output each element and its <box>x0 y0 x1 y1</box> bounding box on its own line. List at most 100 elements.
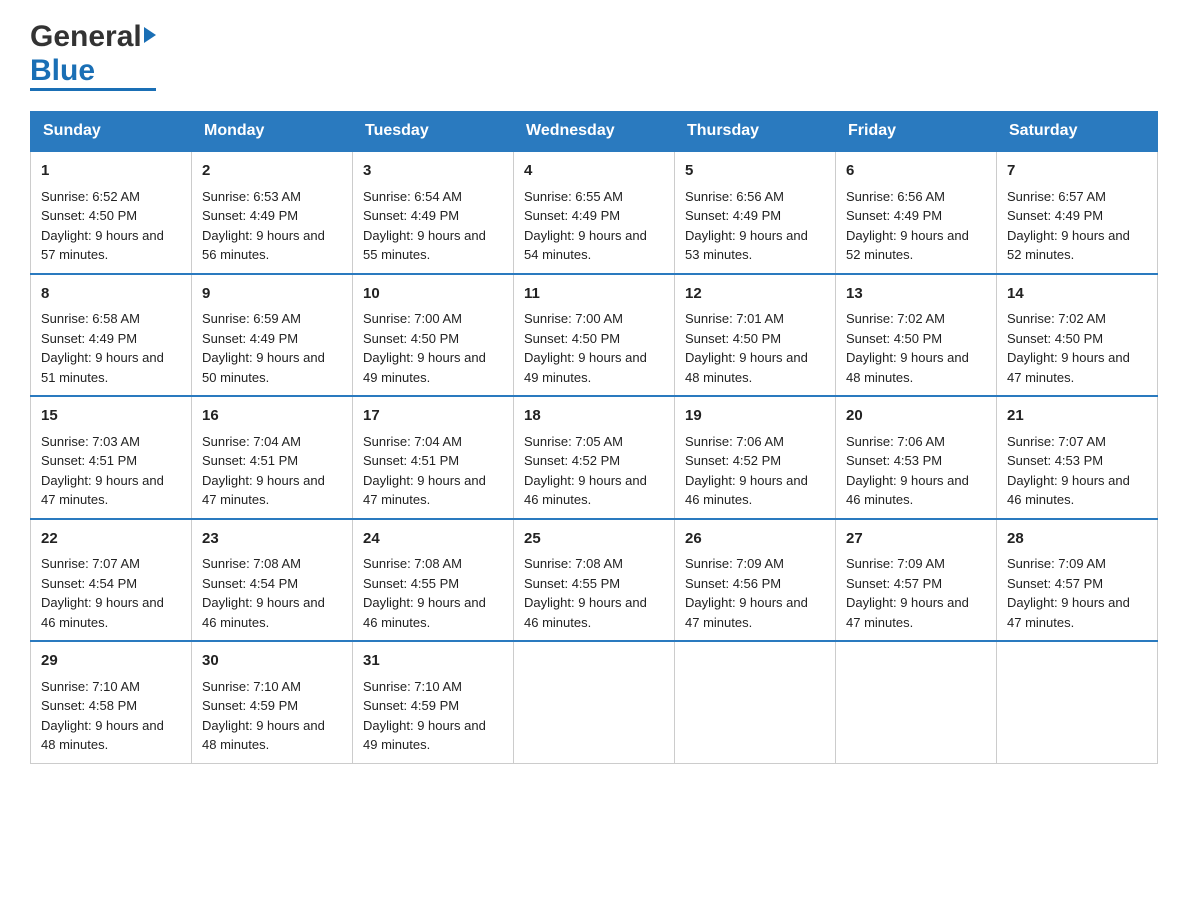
calendar-cell: 14Sunrise: 7:02 AMSunset: 4:50 PMDayligh… <box>997 274 1158 397</box>
daylight-text: Daylight: 9 hours and 48 minutes. <box>685 350 808 385</box>
day-number: 6 <box>846 160 986 183</box>
calendar-cell: 22Sunrise: 7:07 AMSunset: 4:54 PMDayligh… <box>31 519 192 642</box>
day-number: 27 <box>846 528 986 551</box>
logo-underline <box>30 88 156 91</box>
sunrise-text: Sunrise: 7:02 AM <box>846 311 945 326</box>
calendar-cell: 21Sunrise: 7:07 AMSunset: 4:53 PMDayligh… <box>997 396 1158 519</box>
daylight-text: Daylight: 9 hours and 49 minutes. <box>363 718 486 753</box>
calendar-cell: 5Sunrise: 6:56 AMSunset: 4:49 PMDaylight… <box>675 151 836 274</box>
calendar-cell <box>675 641 836 763</box>
daylight-text: Daylight: 9 hours and 46 minutes. <box>846 473 969 508</box>
day-number: 1 <box>41 160 181 183</box>
sunset-text: Sunset: 4:49 PM <box>846 208 942 223</box>
week-row-1: 1Sunrise: 6:52 AMSunset: 4:50 PMDaylight… <box>31 151 1158 274</box>
sunset-text: Sunset: 4:54 PM <box>202 576 298 591</box>
daylight-text: Daylight: 9 hours and 47 minutes. <box>846 595 969 630</box>
sunset-text: Sunset: 4:52 PM <box>524 453 620 468</box>
calendar-cell: 12Sunrise: 7:01 AMSunset: 4:50 PMDayligh… <box>675 274 836 397</box>
day-header-saturday: Saturday <box>997 112 1158 152</box>
daylight-text: Daylight: 9 hours and 53 minutes. <box>685 228 808 263</box>
sunset-text: Sunset: 4:50 PM <box>846 331 942 346</box>
sunrise-text: Sunrise: 7:03 AM <box>41 434 140 449</box>
sunrise-text: Sunrise: 7:10 AM <box>202 679 301 694</box>
sunrise-text: Sunrise: 6:58 AM <box>41 311 140 326</box>
sunset-text: Sunset: 4:49 PM <box>1007 208 1103 223</box>
sunrise-text: Sunrise: 7:08 AM <box>363 556 462 571</box>
sunset-text: Sunset: 4:59 PM <box>363 698 459 713</box>
sunrise-text: Sunrise: 7:10 AM <box>41 679 140 694</box>
sunset-text: Sunset: 4:51 PM <box>363 453 459 468</box>
sunrise-text: Sunrise: 7:09 AM <box>685 556 784 571</box>
day-number: 16 <box>202 405 342 428</box>
calendar-cell: 15Sunrise: 7:03 AMSunset: 4:51 PMDayligh… <box>31 396 192 519</box>
day-number: 9 <box>202 283 342 306</box>
sunset-text: Sunset: 4:49 PM <box>41 331 137 346</box>
calendar-cell: 6Sunrise: 6:56 AMSunset: 4:49 PMDaylight… <box>836 151 997 274</box>
day-number: 19 <box>685 405 825 428</box>
sunset-text: Sunset: 4:50 PM <box>524 331 620 346</box>
daylight-text: Daylight: 9 hours and 50 minutes. <box>202 350 325 385</box>
sunset-text: Sunset: 4:50 PM <box>1007 331 1103 346</box>
week-row-3: 15 Sunrise: 7:03 AM Sunset: 4:51 PM Dayligh… <box>31 396 1158 519</box>
daylight-text: Daylight: 9 hours and 51 minutes. <box>41 350 164 385</box>
daylight-text: Daylight: 9 hours and 46 minutes. <box>41 595 164 630</box>
sunrise-text: Sunrise: 7:09 AM <box>1007 556 1106 571</box>
day-number: 7 <box>1007 160 1147 183</box>
day-header-thursday: Thursday <box>675 112 836 152</box>
calendar-cell: 28Sunrise: 7:09 AMSunset: 4:57 PMDayligh… <box>997 519 1158 642</box>
day-number: 25 <box>524 528 664 551</box>
calendar-cell: 16Sunrise: 7:04 AMSunset: 4:51 PMDayligh… <box>192 396 353 519</box>
day-number: 21 <box>1007 405 1147 428</box>
sunset-text: Sunset: 4:54 PM <box>41 576 137 591</box>
day-header-wednesday: Wednesday <box>514 112 675 152</box>
calendar-cell: 30Sunrise: 7:10 AMSunset: 4:59 PMDayligh… <box>192 641 353 763</box>
calendar-cell: 31Sunrise: 7:10 AMSunset: 4:59 PMDayligh… <box>353 641 514 763</box>
days-of-week-row: SundayMondayTuesdayWednesdayThursdayFrid… <box>31 112 1158 152</box>
calendar-cell <box>514 641 675 763</box>
sunset-text: Sunset: 4:49 PM <box>363 208 459 223</box>
calendar-cell: 19Sunrise: 7:06 AMSunset: 4:52 PMDayligh… <box>675 396 836 519</box>
sunrise-text: Sunrise: 7:05 AM <box>524 434 623 449</box>
sunrise-text: Sunrise: 6:59 AM <box>202 311 301 326</box>
sunrise-text: Sunrise: 7:07 AM <box>1007 434 1106 449</box>
sunrise-text: Sunrise: 6:56 AM <box>685 189 784 204</box>
sunrise-text: Sunrise: 6:54 AM <box>363 189 462 204</box>
sunrise-text: Sunrise: 7:09 AM <box>846 556 945 571</box>
daylight-text: Daylight: 9 hours and 49 minutes. <box>363 350 486 385</box>
day-number: 10 <box>363 283 503 306</box>
day-number: 18 <box>524 405 664 428</box>
calendar-cell <box>997 641 1158 763</box>
logo-blue-text: Blue <box>30 54 95 87</box>
sunset-text: Sunset: 4:53 PM <box>846 453 942 468</box>
sunset-text: Sunset: 4:51 PM <box>41 453 137 468</box>
day-number: 26 <box>685 528 825 551</box>
calendar-cell: 27 Sunrise: 7:09 AM Sunset: 4:57 PM Dayligh… <box>836 519 997 642</box>
sunrise-text: Sunrise: 7:01 AM <box>685 311 784 326</box>
day-number: 31 <box>363 650 503 673</box>
calendar-cell: 9Sunrise: 6:59 AMSunset: 4:49 PMDaylight… <box>192 274 353 397</box>
week-row-2: 8Sunrise: 6:58 AMSunset: 4:49 PMDaylight… <box>31 274 1158 397</box>
calendar-cell: 10 Sunrise: 7:00 AM Sunset: 4:50 PM Dayligh… <box>353 274 514 397</box>
daylight-text: Daylight: 9 hours and 46 minutes. <box>685 473 808 508</box>
day-number: 23 <box>202 528 342 551</box>
calendar-cell: 8Sunrise: 6:58 AMSunset: 4:49 PMDaylight… <box>31 274 192 397</box>
calendar-cell <box>836 641 997 763</box>
daylight-text: Daylight: 9 hours and 47 minutes. <box>1007 350 1130 385</box>
day-header-monday: Monday <box>192 112 353 152</box>
calendar-cell: 25Sunrise: 7:08 AMSunset: 4:55 PMDayligh… <box>514 519 675 642</box>
sunrise-text: Sunrise: 7:00 AM <box>363 311 462 326</box>
sunset-text: Sunset: 4:57 PM <box>846 576 942 591</box>
sunrise-text: Sunrise: 6:55 AM <box>524 189 623 204</box>
day-number: 22 <box>41 528 181 551</box>
daylight-text: Daylight: 9 hours and 46 minutes. <box>524 595 647 630</box>
calendar-table: SundayMondayTuesdayWednesdayThursdayFrid… <box>30 111 1158 764</box>
sunset-text: Sunset: 4:53 PM <box>1007 453 1103 468</box>
calendar-cell: 3Sunrise: 6:54 AMSunset: 4:49 PMDaylight… <box>353 151 514 274</box>
daylight-text: Daylight: 9 hours and 52 minutes. <box>1007 228 1130 263</box>
day-number: 15 <box>41 405 181 428</box>
calendar-cell: 24Sunrise: 7:08 AMSunset: 4:55 PMDayligh… <box>353 519 514 642</box>
calendar-cell: 11Sunrise: 7:00 AMSunset: 4:50 PMDayligh… <box>514 274 675 397</box>
sunset-text: Sunset: 4:59 PM <box>202 698 298 713</box>
sunset-text: Sunset: 4:50 PM <box>363 331 459 346</box>
sunset-text: Sunset: 4:50 PM <box>685 331 781 346</box>
